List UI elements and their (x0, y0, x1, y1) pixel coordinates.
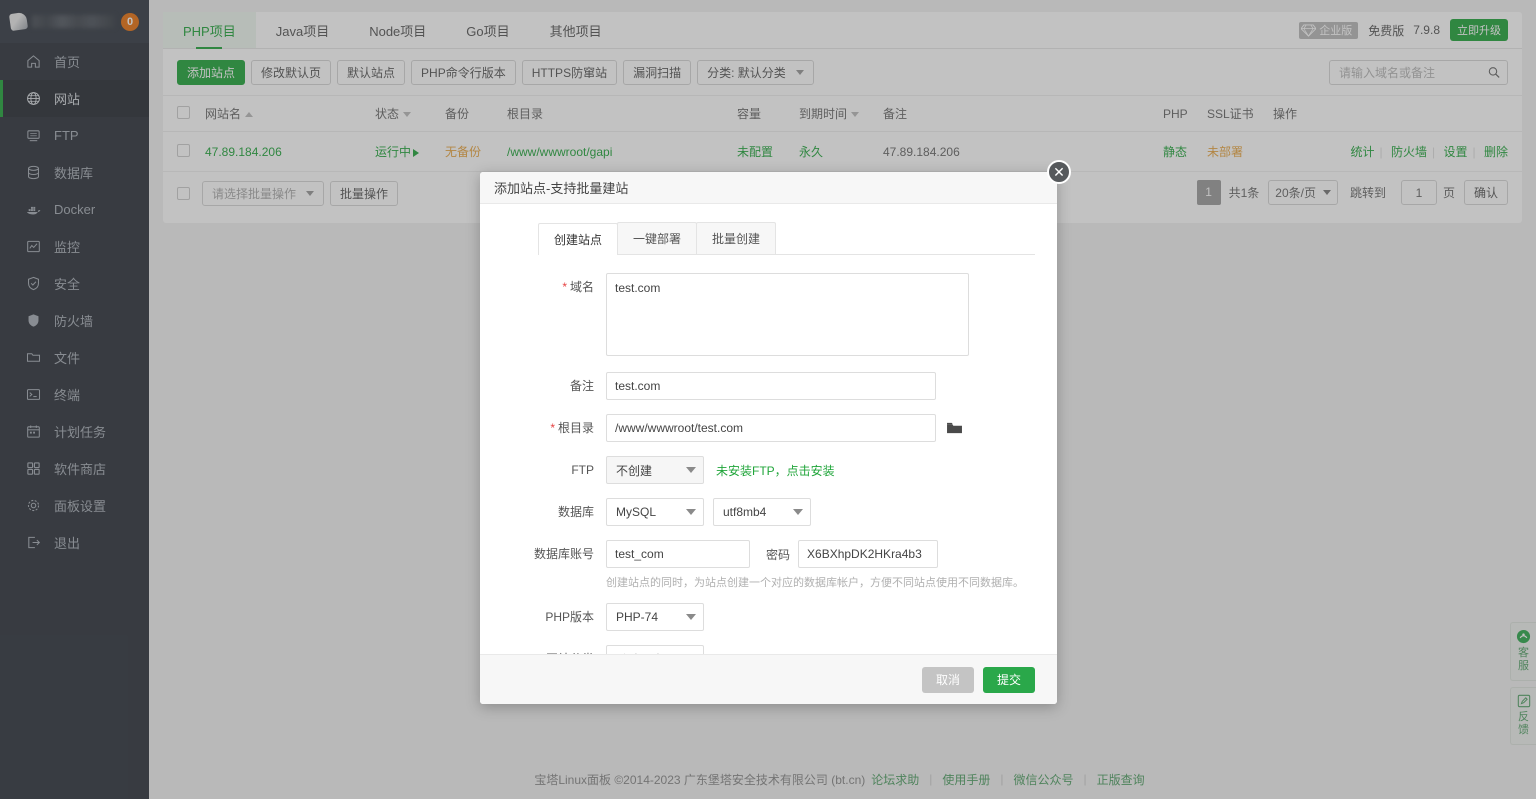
dialog-tab-create-site[interactable]: 创建站点 (538, 223, 618, 255)
db-password-input[interactable] (798, 540, 938, 568)
database-label-text: 数据库 (558, 505, 594, 519)
folder-browse-button[interactable] (946, 421, 963, 435)
note-label: 备注 (510, 372, 606, 400)
database-type-select[interactable]: MySQL (606, 498, 704, 526)
php-version-value: PHP-74 (616, 610, 658, 624)
dialog-title-bar: 添加站点-支持批量建站 (480, 172, 1057, 204)
chevron-down-icon-charset (793, 509, 803, 515)
field-row-php: PHP版本 PHP-74 (510, 603, 1035, 631)
chevron-down-icon-db (686, 509, 696, 515)
required-marker: * (562, 280, 567, 294)
php-version-label-text: PHP版本 (545, 610, 594, 624)
database-type-value: MySQL (616, 505, 656, 519)
database-charset-select[interactable]: utf8mb4 (713, 498, 811, 526)
ftp-label: FTP (510, 456, 606, 484)
root-input[interactable] (606, 414, 936, 442)
php-version-select[interactable]: PHP-74 (606, 603, 704, 631)
dialog-footer: 取消 提交 (480, 654, 1057, 704)
dialog-body: 创建站点 一键部署 批量创建 *域名 备注 *根目录 (480, 204, 1057, 648)
php-version-label: PHP版本 (510, 603, 606, 631)
chevron-down-icon-ftp (686, 467, 696, 473)
field-row-ftp: FTP 不创建 未安装FTP，点击安装 (510, 456, 1035, 484)
ftp-label-text: FTP (571, 463, 594, 477)
dialog-tab-batch-create-label: 批量创建 (712, 232, 760, 246)
database-label: 数据库 (510, 498, 606, 526)
field-row-note: 备注 (510, 372, 1035, 400)
dialog-tab-one-click-deploy[interactable]: 一键部署 (617, 222, 697, 254)
domain-label: *域名 (510, 273, 606, 301)
db-password-label: 密码 (766, 546, 790, 563)
add-site-dialog: ✕ 添加站点-支持批量建站 创建站点 一键部署 批量创建 *域名 备注 *根目 (480, 172, 1057, 704)
root-label-text: 根目录 (558, 421, 594, 435)
domain-label-text: 域名 (570, 280, 594, 294)
dialog-title: 添加站点-支持批量建站 (494, 178, 628, 197)
domain-textarea[interactable] (606, 273, 969, 356)
field-row-domain: *域名 (510, 273, 1035, 356)
ftp-select[interactable]: 不创建 (606, 456, 704, 484)
field-row-database: 数据库 MySQL utf8mb4 (510, 498, 1035, 526)
db-account-label-text: 数据库账号 (534, 547, 594, 561)
cancel-button[interactable]: 取消 (922, 667, 974, 693)
submit-button[interactable]: 提交 (983, 667, 1035, 693)
note-input[interactable] (606, 372, 936, 400)
field-row-db-account: 数据库账号 密码 创建站点的同时，为站点创建一个对应的数据库帐户，方便不同站点使… (510, 540, 1035, 591)
db-account-hint: 创建站点的同时，为站点创建一个对应的数据库帐户，方便不同站点使用不同数据库。 (606, 575, 1024, 591)
note-label-text: 备注 (570, 379, 594, 393)
bt-panel-app: 0 首页网站FTP数据库Docker监控安全防火墙文件终端计划任务软件商店面板设… (0, 0, 1536, 799)
ftp-select-value: 不创建 (616, 462, 652, 479)
dialog-tab-create-site-label: 创建站点 (554, 233, 602, 247)
database-charset-value: utf8mb4 (723, 505, 766, 519)
chevron-down-icon-php (686, 614, 696, 620)
dialog-tab-batch-create[interactable]: 批量创建 (696, 222, 776, 254)
folder-icon (946, 421, 963, 435)
required-marker-2: * (550, 421, 555, 435)
field-row-root: *根目录 (510, 414, 1035, 442)
dialog-tabs: 创建站点 一键部署 批量创建 (538, 222, 1035, 255)
ftp-install-link[interactable]: 未安装FTP，点击安装 (716, 462, 835, 479)
close-icon[interactable]: ✕ (1047, 160, 1071, 184)
db-username-input[interactable] (606, 540, 750, 568)
dialog-tab-one-click-deploy-label: 一键部署 (633, 232, 681, 246)
db-account-label: 数据库账号 (510, 540, 606, 568)
root-label: *根目录 (510, 414, 606, 442)
